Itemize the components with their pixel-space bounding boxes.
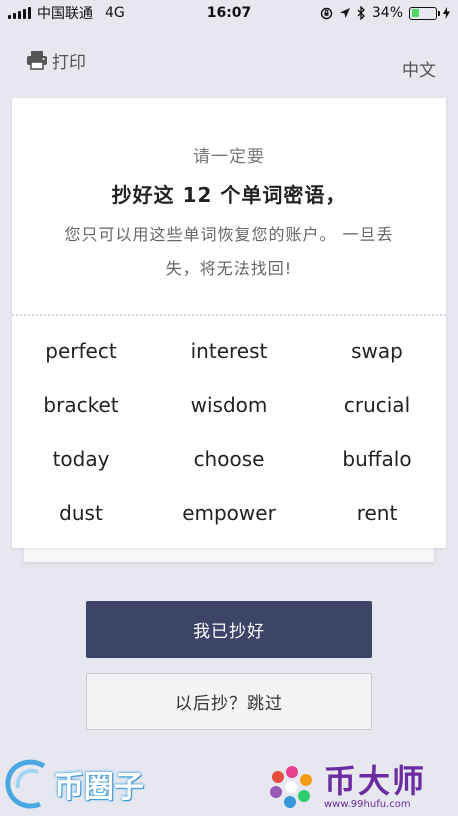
watermark-left-logo-icon [5, 759, 46, 809]
mnemonic-word: today [52, 447, 110, 471]
mnemonic-word: crucial [343, 393, 411, 417]
mnemonic-word: wisdom [190, 393, 268, 417]
printer-icon [27, 51, 47, 70]
battery-icon [409, 6, 440, 20]
dotted-divider [12, 314, 446, 316]
mnemonic-word: choose [193, 447, 265, 471]
mnemonic-word-grid: perfect interest swap bracket wisdom cru… [12, 324, 446, 540]
card-subtitle: 请一定要 [193, 147, 265, 167]
network-label: 4G [105, 5, 125, 21]
watermark-left: 币圈子 [4, 756, 154, 812]
watermark-right-text: 币大师 [324, 761, 427, 800]
mnemonic-card: 请一定要 抄好这 12 个单词密语， 您只可以用这些单词恢复您的账户。 一旦丢失… [12, 98, 446, 548]
status-bar: 中国联通 4G 16:07 34% [0, 0, 458, 26]
charging-icon [443, 7, 450, 19]
location-icon [339, 8, 350, 18]
status-time: 16:07 [206, 5, 252, 21]
status-right: 34% [320, 5, 450, 21]
print-button[interactable]: 打印 [26, 48, 86, 73]
watermark-right-url: www.99hufu.com [324, 798, 411, 810]
watermark-right: 币大师 www.99hufu.com [266, 762, 456, 812]
mnemonic-word: buffalo [342, 447, 412, 471]
watermark-right-stack: 币大师 www.99hufu.com [324, 765, 426, 810]
mnemonic-word: swap [351, 339, 403, 363]
mnemonic-word: bracket [43, 393, 119, 417]
card-header: 请一定要 抄好这 12 个单词密语， 您只可以用这些单词恢复您的账户。 一旦丢失… [12, 98, 446, 286]
mnemonic-word: dust [59, 501, 103, 525]
mnemonic-word: rent [356, 501, 398, 525]
mnemonic-word: interest [190, 339, 268, 363]
print-label: 打印 [52, 52, 86, 73]
watermark-right-flower-icon [270, 766, 312, 808]
signal-icon [8, 7, 31, 19]
bluetooth-icon [357, 6, 365, 20]
top-nav: 打印 中文 [0, 40, 458, 81]
orientation-lock-icon [320, 7, 333, 19]
confirm-backup-button[interactable]: 我已抄好 [86, 601, 372, 658]
language-switch[interactable]: 中文 [402, 56, 436, 81]
mnemonic-word: empower [182, 501, 276, 525]
mnemonic-word: perfect [45, 339, 117, 363]
battery-fill [411, 9, 420, 17]
battery-percent: 34% [371, 5, 403, 21]
status-left: 中国联通 4G [8, 3, 125, 23]
card-title: 抄好这 12 个单词密语， [111, 183, 347, 207]
card-description: 您只可以用这些单词恢复您的账户。 一旦丢失，将无法找回! [64, 225, 394, 278]
skip-backup-button[interactable]: 以后抄？跳过 [86, 673, 372, 730]
carrier-label: 中国联通 [37, 6, 93, 22]
watermark-left-text: 币圈子 [54, 770, 144, 805]
